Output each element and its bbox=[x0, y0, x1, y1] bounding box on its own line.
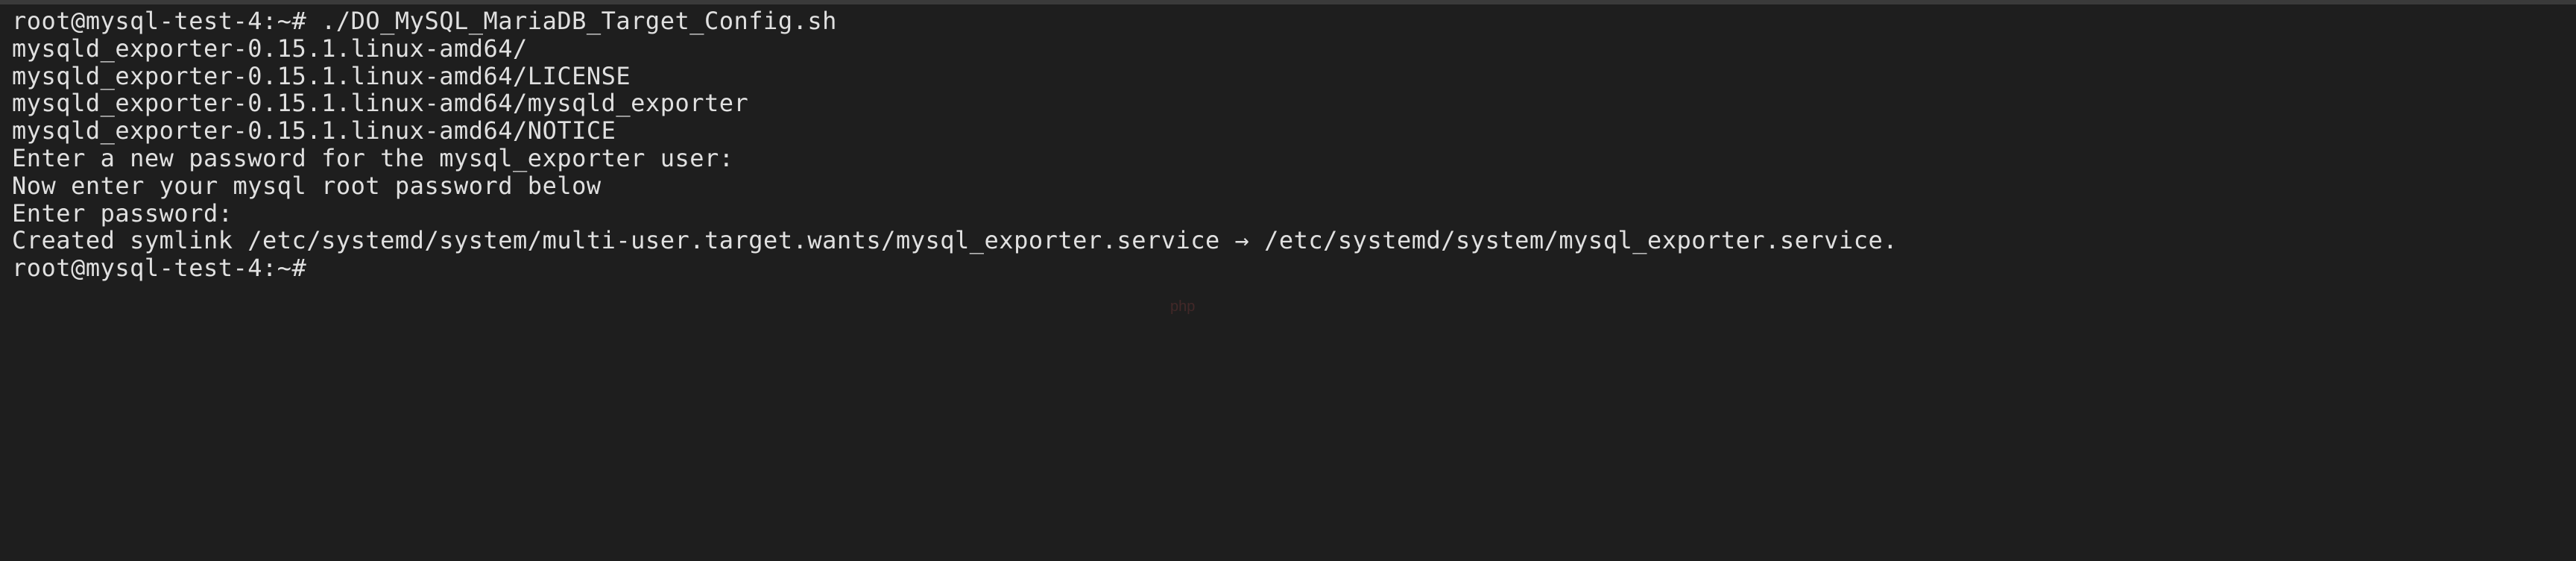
terminal-line: Enter password: bbox=[12, 200, 2564, 228]
terminal-line: mysqld_exporter-0.15.1.linux-amd64/ bbox=[12, 35, 2564, 63]
terminal-line: root@mysql-test-4:~# ./DO_MySQL_MariaDB_… bbox=[12, 7, 2564, 35]
terminal-line: Now enter your mysql root password below bbox=[12, 172, 2564, 200]
terminal-line: Created symlink /etc/systemd/system/mult… bbox=[12, 227, 2564, 254]
terminal-line: mysqld_exporter-0.15.1.linux-amd64/LICEN… bbox=[12, 63, 2564, 90]
terminal-line: mysqld_exporter-0.15.1.linux-amd64/NOTIC… bbox=[12, 117, 2564, 145]
terminal-line: Enter a new password for the mysql_expor… bbox=[12, 145, 2564, 172]
window-top-bar bbox=[0, 0, 2576, 4]
terminal-line: mysqld_exporter-0.15.1.linux-amd64/mysql… bbox=[12, 90, 2564, 117]
terminal-output[interactable]: root@mysql-test-4:~# ./DO_MySQL_MariaDB_… bbox=[12, 7, 2564, 282]
watermark: php bbox=[1170, 298, 1195, 316]
terminal-prompt[interactable]: root@mysql-test-4:~# bbox=[12, 254, 2564, 282]
